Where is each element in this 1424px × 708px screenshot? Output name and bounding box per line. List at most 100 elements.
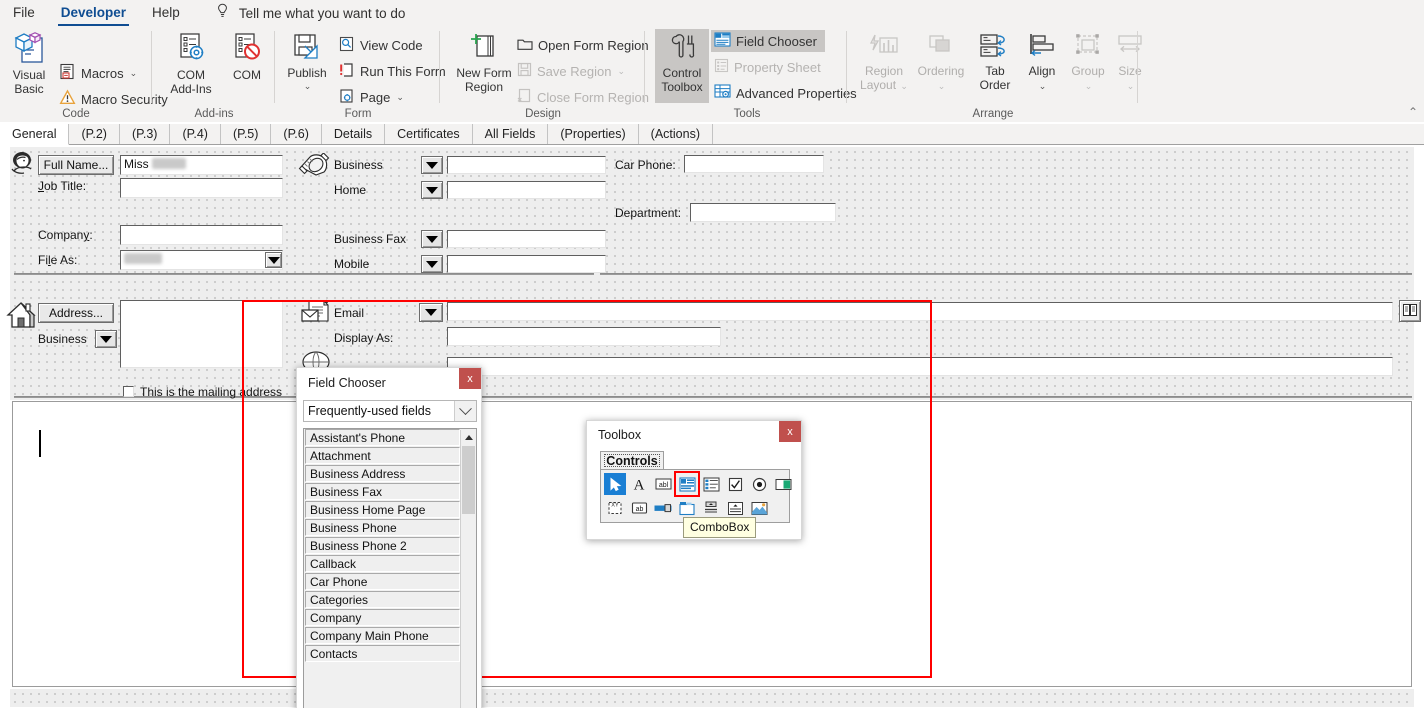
ribbon-tab-developer[interactable]: Developer — [48, 2, 139, 26]
run-this-form-button[interactable]: Run This Form — [336, 60, 449, 82]
list-item[interactable]: Company Main Phone — [305, 627, 460, 644]
phone-business-fax-dropdown-button[interactable] — [421, 230, 443, 248]
label-icon[interactable]: A — [628, 473, 650, 495]
address-type-dropdown-button[interactable] — [95, 330, 117, 348]
list-item[interactable]: Attachment — [305, 447, 460, 464]
tab-actions[interactable]: (Actions) — [638, 124, 713, 144]
togglebutton-icon[interactable] — [772, 473, 794, 495]
com-addins-button[interactable]: COM Add-Ins — [165, 32, 217, 96]
email-input[interactable] — [447, 302, 1393, 321]
list-item[interactable]: Categories — [305, 591, 460, 608]
publish-button[interactable]: Publish ⌄ — [282, 32, 332, 92]
list-item[interactable]: Company — [305, 609, 460, 626]
scroll-up-icon[interactable] — [461, 430, 476, 445]
phone-home-input[interactable] — [447, 181, 606, 199]
tab-order-button[interactable]: Tab Order — [974, 32, 1016, 92]
image-icon[interactable] — [748, 497, 770, 519]
field-chooser-close-button[interactable]: x — [459, 368, 481, 389]
toolbox-tab-controls[interactable]: Controls — [600, 451, 664, 469]
list-item[interactable]: Assistant's Phone — [305, 429, 460, 446]
address-input[interactable] — [120, 300, 283, 368]
advanced-properties-button[interactable]: Advanced Properties — [711, 82, 860, 104]
chevron-down-icon[interactable] — [454, 401, 476, 421]
form-design-canvas[interactable]: Full Name... Miss Job Title: Company: Fi… — [0, 145, 1424, 708]
tab-p6[interactable]: (P.6) — [271, 124, 322, 144]
disabled-items-icon — [231, 32, 263, 67]
list-item[interactable]: Business Address — [305, 465, 460, 482]
visual-basic-button[interactable]: Visual Basic — [6, 32, 52, 96]
address-button[interactable]: Address... — [38, 303, 114, 323]
frame-icon[interactable]: XY — [604, 497, 626, 519]
page-button[interactable]: Page ⌄ — [336, 86, 407, 108]
align-button[interactable]: Align ⌄ — [1020, 32, 1064, 93]
webpage-input[interactable] — [447, 357, 1393, 376]
listbox-icon[interactable] — [700, 473, 722, 495]
select-objects-icon[interactable] — [604, 473, 626, 495]
view-code-button[interactable]: View Code — [336, 34, 426, 56]
tab-certificates[interactable]: Certificates — [385, 124, 473, 144]
file-as-input[interactable] — [120, 250, 283, 270]
field-chooser-button[interactable]: Field Chooser — [711, 30, 825, 52]
phone-business-dropdown-button[interactable] — [421, 156, 443, 174]
macros-button[interactable]: Macros ⌄ — [56, 62, 140, 84]
tab-details[interactable]: Details — [321, 124, 386, 144]
phone-business-fax-input[interactable] — [447, 230, 606, 248]
list-item[interactable]: Business Phone 2 — [305, 537, 460, 554]
textbox-icon[interactable]: abl — [652, 473, 674, 495]
phone-business-input[interactable] — [447, 156, 606, 174]
toolbox-controls-pane[interactable]: A abl XY ab — [600, 469, 791, 523]
ribbon-collapse-icon[interactable]: ⌃ — [1408, 105, 1418, 119]
commandbutton-icon[interactable]: ab — [628, 497, 650, 519]
list-item[interactable]: Car Phone — [305, 573, 460, 590]
phone-home-dropdown-button[interactable] — [421, 181, 443, 199]
scrollbar-icon[interactable] — [652, 497, 674, 519]
svg-text:XY: XY — [611, 502, 619, 508]
combobox-icon[interactable] — [674, 471, 700, 497]
company-input[interactable] — [120, 225, 283, 245]
open-form-region-button[interactable]: Open Form Region — [514, 34, 652, 56]
phone-mobile-dropdown-button[interactable] — [421, 255, 443, 273]
toolbox-window[interactable]: Toolbox x Controls A abl XY ab ComboBox — [586, 420, 802, 540]
address-book-button[interactable] — [1399, 300, 1421, 322]
list-item[interactable]: Business Fax — [305, 483, 460, 500]
spinbutton-icon[interactable] — [700, 497, 722, 519]
toolbox-close-button[interactable]: x — [779, 421, 801, 442]
multipage-icon[interactable] — [676, 497, 698, 519]
tab-general[interactable]: General — [0, 124, 70, 145]
car-phone-input[interactable] — [684, 155, 824, 173]
full-name-input[interactable]: Miss — [120, 155, 283, 175]
phone-mobile-input[interactable] — [447, 255, 606, 273]
tab-all-fields[interactable]: All Fields — [472, 124, 549, 144]
list-item[interactable]: Business Phone — [305, 519, 460, 536]
tell-me-box[interactable]: Tell me what you want to do — [215, 3, 405, 23]
tabstrip-icon[interactable] — [724, 497, 746, 519]
field-chooser-list[interactable]: Assistant's Phone Attachment Business Ad… — [303, 428, 477, 708]
field-chooser-scrollbar[interactable] — [460, 430, 476, 708]
mailing-address-checkbox[interactable] — [123, 386, 134, 397]
checkbox-icon[interactable] — [724, 473, 746, 495]
control-toolbox-button[interactable]: Control Toolbox — [655, 29, 709, 103]
tab-p2[interactable]: (P.2) — [69, 124, 120, 144]
tab-p5[interactable]: (P.5) — [220, 124, 272, 144]
display-as-input[interactable] — [447, 327, 721, 346]
tab-properties[interactable]: (Properties) — [548, 124, 639, 144]
scrollbar-thumb[interactable] — [462, 446, 475, 514]
ribbon-body: Visual Basic Macros ⌄ Macro Security Cod… — [0, 26, 1424, 122]
list-item[interactable]: Callback — [305, 555, 460, 572]
full-name-button[interactable]: Full Name... — [38, 155, 114, 175]
field-chooser-selector[interactable]: Frequently-used fields — [303, 400, 477, 422]
ribbon-tab-help[interactable]: Help — [139, 2, 193, 24]
optionbutton-icon[interactable] — [748, 473, 770, 495]
list-item[interactable]: Contacts — [305, 645, 460, 662]
ribbon-tab-file[interactable]: File — [0, 2, 48, 24]
job-title-input[interactable] — [120, 178, 283, 198]
disabled-items-button[interactable]: COM — [218, 32, 276, 83]
email-dropdown-button[interactable] — [419, 303, 443, 322]
new-form-region-button[interactable]: New Form Region — [453, 32, 515, 94]
tab-p4[interactable]: (P.4) — [170, 124, 221, 144]
list-item[interactable]: Business Home Page — [305, 501, 460, 518]
field-chooser-window[interactable]: Field Chooser x Frequently-used fields A… — [296, 367, 482, 708]
file-as-dropdown-button[interactable] — [265, 252, 282, 268]
department-input[interactable] — [690, 203, 836, 222]
tab-p3[interactable]: (P.3) — [119, 124, 171, 144]
